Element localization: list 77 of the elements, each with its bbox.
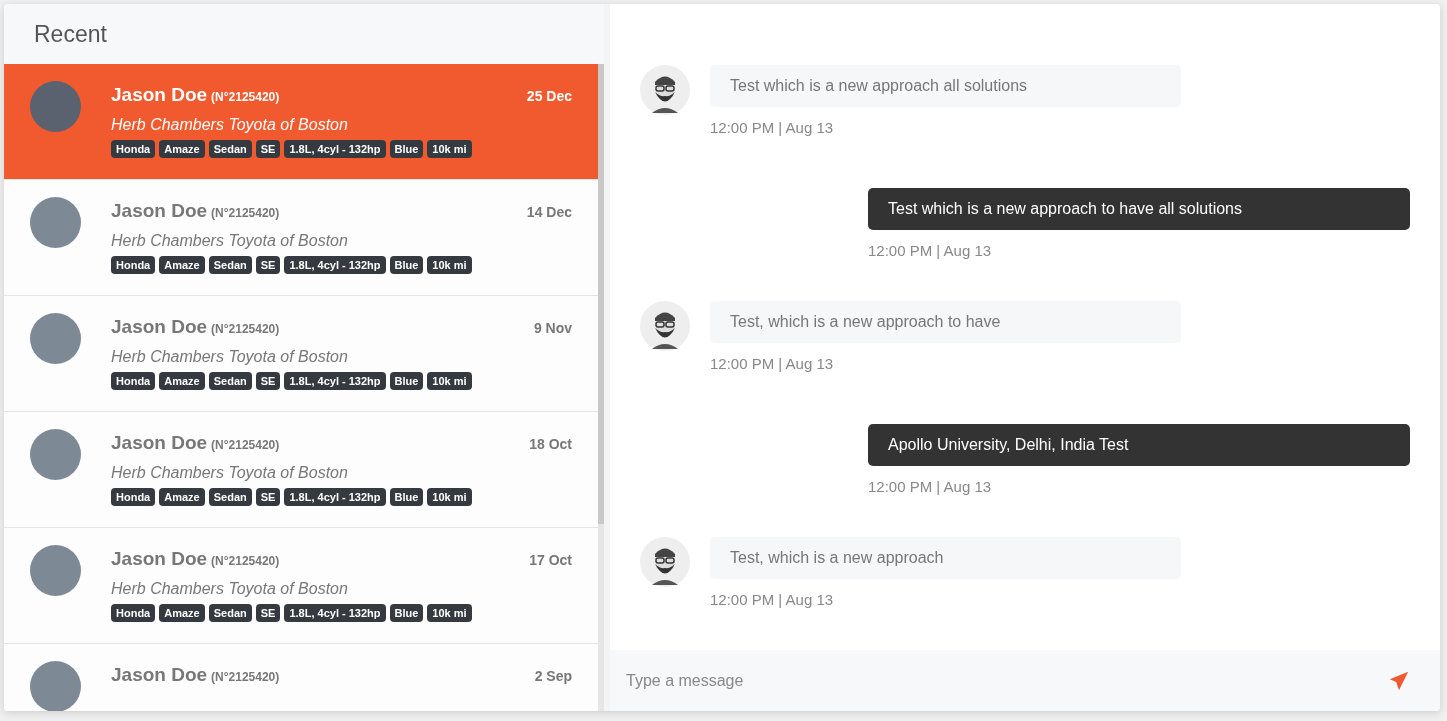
dealer-name: Herb Chambers Toyota of Boston	[111, 232, 349, 250]
recent-heading: Recent	[33, 19, 108, 49]
tag: SE	[255, 604, 281, 622]
tag: SE	[255, 488, 281, 506]
message-time: 12:00 PM | Aug 13	[710, 119, 835, 136]
tag: 10k mi	[427, 140, 472, 158]
tag: Blue	[389, 488, 424, 506]
tag: Honda	[111, 140, 156, 158]
tag: Honda	[111, 488, 156, 506]
message-bubble: Test which is a new approach to have all solutions	[868, 188, 1410, 230]
message-bubble: Test which is a new approach all solutions	[710, 65, 1181, 107]
tag: SE	[255, 256, 281, 274]
message-time: 12:00 PM | Aug 13	[868, 478, 993, 495]
photo-placeholder	[30, 545, 81, 596]
message-bubble: Test, which is a new approach to have	[710, 301, 1181, 343]
tag: 1.8L, 4cyl - 132hp	[284, 372, 386, 390]
photo-placeholder	[30, 313, 81, 364]
dealer-name: Herb Chambers Toyota of Boston	[111, 464, 349, 482]
tag: 1.8L, 4cyl - 132hp	[284, 256, 386, 274]
message-time: 12:00 PM | Aug 13	[868, 242, 993, 259]
dealer-name: Herb Chambers Toyota of Boston	[111, 116, 349, 134]
tag: Sedan	[208, 256, 252, 274]
customer-name: Jason Doe (N°2125420)	[111, 432, 280, 454]
tag: SE	[255, 372, 281, 390]
tag: 10k mi	[427, 256, 472, 274]
date: 17 Oct	[529, 552, 572, 568]
message-input[interactable]: Type a message	[610, 650, 1378, 711]
tag: 10k mi	[427, 372, 472, 390]
tag: Amaze	[159, 256, 205, 274]
customer-name: Jason Doe (N°2125420)	[111, 84, 280, 106]
tag: 10k mi	[427, 604, 472, 622]
dealer-name: Herb Chambers Toyota of Boston	[111, 348, 349, 366]
dealer-name: Herb Chambers Toyota of Boston	[111, 580, 349, 598]
date: 9 Nov	[533, 320, 572, 336]
tag: 1.8L, 4cyl - 132hp	[284, 488, 386, 506]
scrollbar[interactable]	[598, 64, 604, 711]
tag: Blue	[389, 256, 424, 274]
bearded-man-avatar-icon	[640, 301, 690, 351]
tag: Honda	[111, 372, 156, 390]
tag: Amaze	[159, 604, 205, 622]
tag: Sedan	[208, 604, 252, 622]
photo-placeholder	[30, 429, 81, 480]
date: 18 Oct	[529, 436, 572, 452]
tag: Amaze	[159, 372, 205, 390]
tag: Honda	[111, 256, 156, 274]
send-icon	[1388, 669, 1410, 692]
message-time: 12:00 PM | Aug 13	[710, 591, 835, 608]
tag: Sedan	[208, 140, 252, 158]
date: 14 Dec	[526, 204, 572, 220]
date: 25 Dec	[526, 88, 572, 104]
customer-name: Jason Doe (N°2125420)	[111, 548, 280, 570]
tag: Sedan	[208, 372, 252, 390]
message-bubble: Apollo University, Delhi, India Test	[868, 424, 1410, 466]
date: 2 Sep	[534, 668, 572, 684]
conversation-item[interactable]: Jason Doe (N°2125420) 25 Dec Herb Chambers Toyota of Boston Honda Amaze Sedan SE 1.8L, 4cyl - 132hp Blue 10k mi	[4, 64, 598, 180]
send-button[interactable]	[1378, 650, 1440, 711]
tag: 1.8L, 4cyl - 132hp	[284, 604, 386, 622]
tag: Blue	[389, 140, 424, 158]
customer-name: Jason Doe (N°2125420)	[111, 200, 280, 222]
tag: Honda	[111, 604, 156, 622]
tag: Sedan	[208, 488, 252, 506]
tag: Blue	[389, 372, 424, 390]
message-bubble: Test, which is a new approach	[710, 537, 1181, 579]
tag: Blue	[389, 604, 424, 622]
message-time: 12:00 PM | Aug 13	[710, 355, 835, 372]
customer-name: Jason Doe (N°2125420)	[111, 664, 280, 686]
photo-placeholder	[30, 661, 81, 711]
bearded-man-avatar-icon	[640, 65, 690, 115]
tag: 1.8L, 4cyl - 132hp	[284, 140, 386, 158]
tag: SE	[255, 140, 281, 158]
bearded-man-avatar-icon	[640, 537, 690, 587]
tag: Amaze	[159, 488, 205, 506]
customer-name: Jason Doe (N°2125420)	[111, 316, 280, 338]
tag: 10k mi	[427, 488, 472, 506]
photo-placeholder	[30, 81, 81, 132]
tag: Amaze	[159, 140, 205, 158]
photo-placeholder	[30, 197, 81, 248]
